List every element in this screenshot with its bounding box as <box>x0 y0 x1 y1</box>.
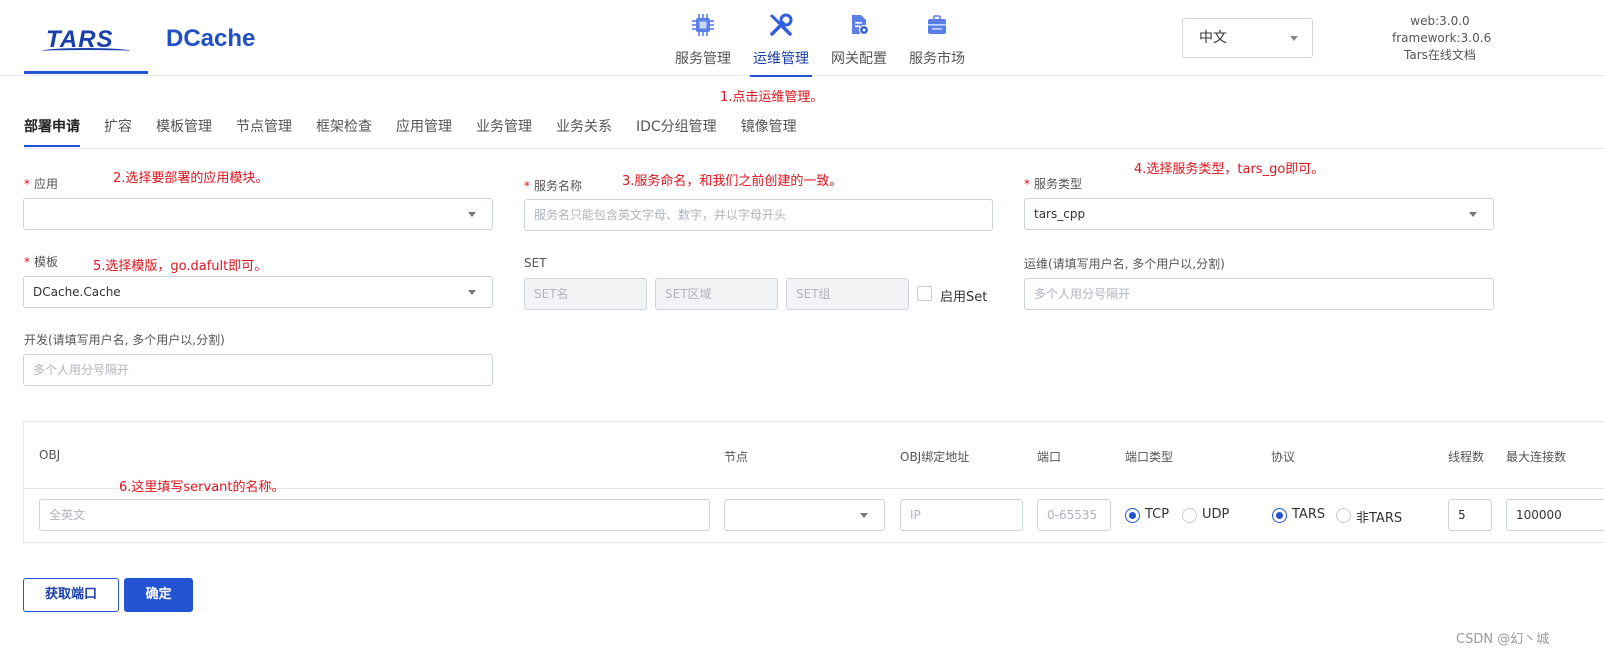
enable-set-label: 启用Set <box>940 290 988 305</box>
bind-ip-input[interactable]: IP <box>900 499 1023 531</box>
annotation-note-6: 6.这里填写servant的名称。 <box>119 480 285 495</box>
ops-users-input[interactable]: 多个人用分号隔开 <box>1024 278 1494 310</box>
annotation-note-5: 5.选择模版，go.dafult即可。 <box>93 259 268 274</box>
annotation-note-4: 4.选择服务类型，tars_go即可。 <box>1134 162 1325 177</box>
get-port-button[interactable]: 获取端口 <box>23 578 119 612</box>
ops-label: 运维(请填写用户名, 多个用户以,分割) <box>1024 257 1225 271</box>
nav-item-service-management[interactable]: 服务管理 <box>664 8 742 76</box>
gateway-doc-icon <box>846 12 872 38</box>
annotation-note-1: 1.点击运维管理。 <box>720 90 824 105</box>
tab-image-management[interactable]: 镜像管理 <box>741 111 797 147</box>
enable-set-checkbox[interactable] <box>917 286 932 301</box>
nav-item-ops-management[interactable]: 运维管理 <box>742 8 820 77</box>
tab-template-management[interactable]: 模板管理 <box>156 111 212 147</box>
set-label: SET <box>524 256 547 270</box>
tab-idc-group-management[interactable]: IDC分组管理 <box>636 111 717 147</box>
tools-icon <box>768 12 794 38</box>
tars-logo-swoosh <box>42 48 130 54</box>
th-port: 端口 <box>1037 450 1062 464</box>
set-group-input[interactable]: SET组 <box>786 278 909 310</box>
th-node: 节点 <box>724 450 749 464</box>
app-select[interactable] <box>23 198 493 230</box>
dcache-logo[interactable]: DCache <box>166 25 255 53</box>
protocol-tars-label: TARS <box>1292 507 1326 522</box>
port-type-udp-label: UDP <box>1202 507 1230 522</box>
service-name-input[interactable]: 服务名只能包含英文字母、数字，并以字母开头 <box>524 199 993 231</box>
obj-name-input[interactable]: 全英文 <box>39 499 710 531</box>
node-select[interactable] <box>724 499 885 531</box>
sub-nav-tabs: 部署申请 扩容 模板管理 节点管理 框架检查 应用管理 业务管理 业务关系 ID… <box>24 111 1604 149</box>
nav-item-service-market[interactable]: 服务市场 <box>898 8 976 76</box>
nav-label: 服务管理 <box>675 51 731 67</box>
set-name-input[interactable]: SET名 <box>524 278 647 310</box>
port-type-tcp-label: TCP <box>1145 507 1170 522</box>
csdn-watermark: CSDN @幻丶城 <box>1456 632 1550 647</box>
set-area-input[interactable]: SET区域 <box>655 278 778 310</box>
tars-logo[interactable]: TARS <box>24 22 148 74</box>
port-input[interactable]: 0-65535 <box>1037 499 1111 531</box>
th-protocol: 协议 <box>1271 450 1296 464</box>
th-port-type: 端口类型 <box>1125 450 1174 464</box>
language-value: 中文 <box>1199 30 1227 46</box>
chevron-down-icon <box>468 290 476 295</box>
top-header: TARS DCache 服务管理 运维管理 网关配置 服务市场 中文 web:3… <box>0 0 1604 77</box>
service-name-label: * 服务名称 <box>524 179 583 193</box>
chevron-down-icon <box>1290 36 1298 41</box>
dev-label: 开发(请填写用户名, 多个用户以,分割) <box>24 333 225 347</box>
web-version: web:3.0.0 <box>1410 14 1470 28</box>
port-type-tcp-radio[interactable] <box>1125 508 1140 523</box>
chevron-down-icon <box>1469 212 1477 217</box>
nav-label: 网关配置 <box>831 51 887 67</box>
annotation-note-2: 2.选择要部署的应用模块。 <box>113 171 269 186</box>
version-info: web:3.0.0 framework:3.0.6 Tars在线文档 <box>1392 13 1492 64</box>
tab-framework-check[interactable]: 框架检查 <box>316 111 372 147</box>
tab-deploy-apply[interactable]: 部署申请 <box>24 111 80 147</box>
main-nav: 服务管理 运维管理 网关配置 服务市场 <box>664 8 976 77</box>
tab-expand[interactable]: 扩容 <box>104 111 132 147</box>
template-select[interactable]: DCache.Cache <box>23 276 493 308</box>
tab-business-management[interactable]: 业务管理 <box>476 111 532 147</box>
market-case-icon <box>924 12 950 38</box>
protocol-tars-radio[interactable] <box>1272 508 1287 523</box>
max-connections-input[interactable]: 100000 <box>1506 499 1604 531</box>
nav-item-gateway-config[interactable]: 网关配置 <box>820 8 898 76</box>
port-type-udp-radio[interactable] <box>1182 508 1197 523</box>
chevron-down-icon <box>468 212 476 217</box>
framework-version: framework:3.0.6 <box>1392 31 1492 45</box>
service-type-label: * 服务类型 <box>1024 177 1083 191</box>
dev-users-input[interactable]: 多个人用分号隔开 <box>23 354 493 386</box>
nav-label: 服务市场 <box>909 51 965 67</box>
th-threads: 线程数 <box>1448 450 1485 464</box>
protocol-non-tars-radio[interactable] <box>1336 508 1351 523</box>
protocol-non-tars-label: 非TARS <box>1356 511 1403 526</box>
service-type-select[interactable]: tars_cpp <box>1024 198 1494 230</box>
tab-app-management[interactable]: 应用管理 <box>396 111 452 147</box>
th-bind-address: OBJ绑定地址 <box>900 450 970 464</box>
language-select[interactable]: 中文 <box>1182 18 1313 58</box>
annotation-note-3: 3.服务命名，和我们之前创建的一致。 <box>622 174 843 189</box>
app-label: * 应用 <box>24 177 59 191</box>
tab-node-management[interactable]: 节点管理 <box>236 111 292 147</box>
th-max-connections: 最大连接数 <box>1506 450 1567 464</box>
threads-input[interactable]: 5 <box>1448 499 1492 531</box>
th-obj: OBJ <box>39 448 61 462</box>
template-label: * 模板 <box>24 255 59 269</box>
nav-label: 运维管理 <box>753 51 809 67</box>
confirm-button[interactable]: 确定 <box>124 578 193 612</box>
tab-business-relation[interactable]: 业务关系 <box>556 111 612 147</box>
docs-link[interactable]: Tars在线文档 <box>1392 47 1488 64</box>
chip-icon <box>690 12 716 38</box>
chevron-down-icon <box>860 513 868 518</box>
